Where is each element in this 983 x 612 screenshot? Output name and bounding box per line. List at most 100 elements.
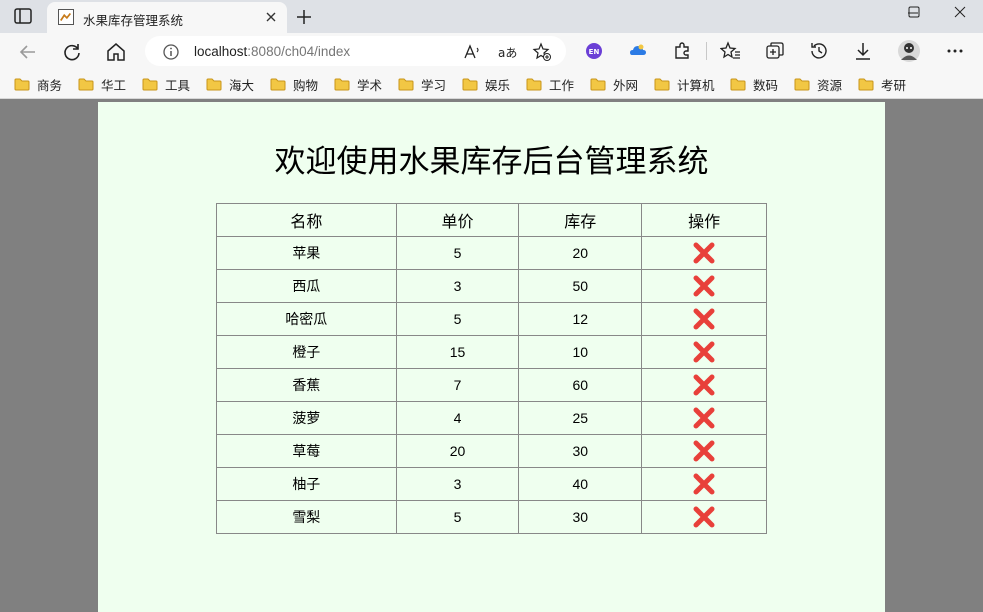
folder-icon [730,78,746,90]
cell-price: 3 [395,269,520,303]
cell-operation [641,467,767,501]
bookmark-folder[interactable]: 学术 [334,74,382,94]
bookmark-label: 娱乐 [485,78,511,93]
bookmark-folder[interactable]: 考研 [858,74,906,94]
bookmark-folder[interactable]: 外网 [590,74,638,94]
bookmark-folder[interactable]: 数码 [730,74,778,94]
cell-price: 5 [395,302,520,336]
bookmark-folder[interactable]: 娱乐 [462,74,510,94]
delete-cross-mark-icon[interactable] [691,471,717,497]
cell-stock: 12 [518,302,643,336]
delete-cross-mark-icon[interactable] [691,438,717,464]
url-path: :8080/ch04/index [247,44,351,59]
delete-cross-mark-icon[interactable] [691,240,717,266]
extensions-puzzle-icon[interactable] [671,40,693,62]
table-row: 香蕉 7 60 [216,368,767,402]
add-favorite-icon[interactable] [532,42,552,62]
home-icon[interactable] [104,40,128,64]
profile-avatar-icon[interactable] [897,39,921,63]
cell-stock: 40 [518,467,643,501]
cell-operation [641,269,767,303]
bookmark-label: 华工 [101,78,127,93]
close-tab-icon[interactable] [262,8,280,26]
folder-icon [858,78,874,90]
cell-operation [641,434,767,468]
browser-title-bar: 水果库存管理系统 [0,0,983,33]
folder-icon [78,78,94,90]
bookmark-label: 学术 [357,78,383,93]
cell-stock: 50 [518,269,643,303]
delete-cross-mark-icon[interactable] [691,405,717,431]
cell-stock: 60 [518,368,643,402]
folder-icon [398,78,414,90]
maximize-icon[interactable] [891,2,937,28]
header-operation: 操作 [641,203,767,237]
folder-icon [654,78,670,90]
bookmark-folder[interactable]: 资源 [794,74,842,94]
translate-icon[interactable]: aあ [497,42,517,62]
browser-tab[interactable]: 水果库存管理系统 [47,2,287,33]
info-icon[interactable] [161,42,181,62]
close-window-icon[interactable] [937,2,983,28]
extension-en-icon[interactable]: EN [583,40,605,62]
cell-price: 5 [395,500,520,534]
header-price: 单价 [395,203,520,237]
bookmark-label: 商务 [37,78,63,93]
bookmark-folder[interactable]: 海大 [206,74,254,94]
cell-name: 橙子 [216,335,397,369]
address-bar[interactable]: localhost:8080/ch04/index aあ [145,36,566,66]
cell-operation [641,368,767,402]
cell-price: 15 [395,335,520,369]
folder-icon [526,78,542,90]
svg-text:aあ: aあ [498,46,517,60]
delete-cross-mark-icon[interactable] [691,306,717,332]
downloads-icon[interactable] [852,40,874,62]
bookmark-folder[interactable]: 工具 [142,74,190,94]
delete-cross-mark-icon[interactable] [691,273,717,299]
extension-badge-label: EN [589,48,600,56]
table-row: 橙子 15 10 [216,335,767,369]
cell-name: 香蕉 [216,368,397,402]
bookmark-folder[interactable]: 工作 [526,74,574,94]
cell-name: 柚子 [216,467,397,501]
bookmark-folder[interactable]: 学习 [398,74,446,94]
delete-cross-mark-icon[interactable] [691,504,717,530]
folder-icon [206,78,222,90]
table-row: 草莓 20 30 [216,434,767,468]
tomcat-favicon-icon [58,9,74,25]
delete-cross-mark-icon[interactable] [691,339,717,365]
bookmark-label: 计算机 [677,78,715,93]
bookmark-label: 工作 [549,78,575,93]
header-stock: 库存 [518,203,643,237]
bookmark-folder[interactable]: 购物 [270,74,318,94]
bookmark-folder[interactable]: 华工 [78,74,126,94]
bookmark-folder[interactable]: 计算机 [654,74,715,94]
refresh-icon[interactable] [60,40,84,64]
cell-name: 哈密瓜 [216,302,397,336]
favorites-icon[interactable] [720,40,742,62]
back-arrow-icon[interactable] [16,40,40,64]
folder-icon [142,78,158,90]
page-title: 欢迎使用水果库存后台管理系统 [274,144,709,179]
new-tab-icon[interactable] [293,6,315,28]
collections-icon[interactable] [764,40,786,62]
url-text[interactable]: localhost:8080/ch04/index [194,44,350,59]
cell-price: 20 [395,434,520,468]
table-header-row: 名称 单价 库存 操作 [216,203,767,237]
read-aloud-icon[interactable] [462,42,482,62]
tab-actions-icon[interactable] [12,7,34,25]
history-icon[interactable] [808,40,830,62]
cell-price: 3 [395,467,520,501]
cell-operation [641,236,767,270]
page-viewport: 欢迎使用水果库存后台管理系统 名称 单价 库存 操作 苹果 5 20 西瓜 3 50 哈密瓜… [0,99,983,612]
cell-name: 西瓜 [216,269,397,303]
more-menu-icon[interactable] [944,40,966,62]
delete-cross-mark-icon[interactable] [691,372,717,398]
cell-name: 草莓 [216,434,397,468]
extension-cloud-icon[interactable] [627,40,649,62]
table-row: 西瓜 3 50 [216,269,767,303]
cell-stock: 25 [518,401,643,435]
toolbar-divider [706,42,707,60]
bookmark-folder[interactable]: 商务 [14,74,62,94]
folder-icon [462,78,478,90]
